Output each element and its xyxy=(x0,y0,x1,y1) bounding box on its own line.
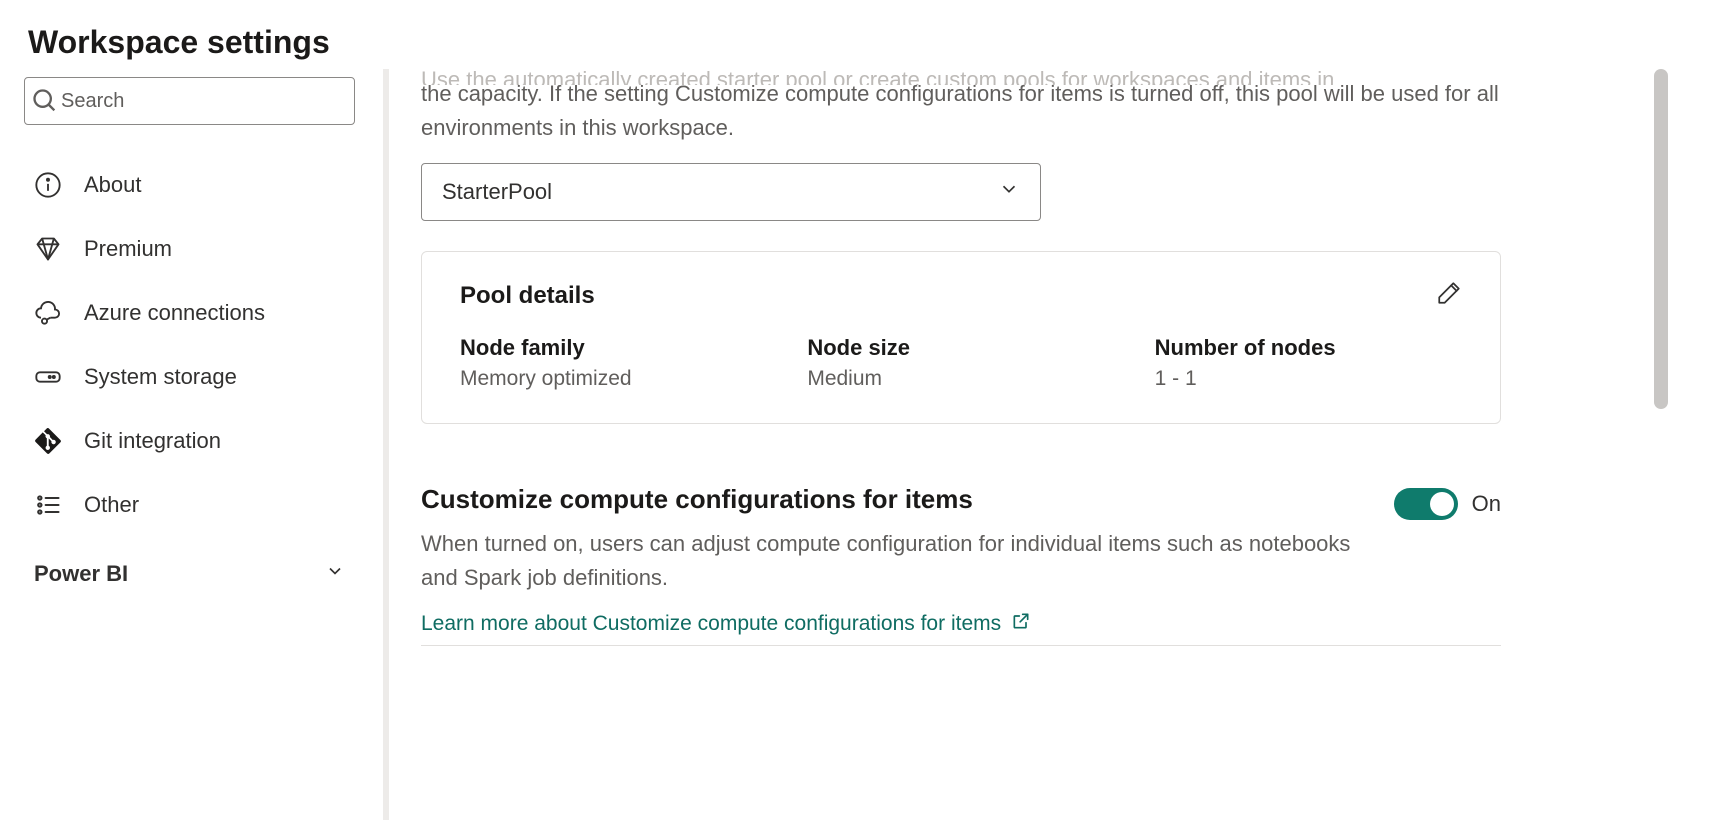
sidebar-item-azure-connections[interactable]: Azure connections xyxy=(24,281,355,345)
sidebar-item-label: Other xyxy=(84,492,139,518)
pool-select-value: StarterPool xyxy=(442,179,552,205)
customize-compute-desc: When turned on, users can adjust compute… xyxy=(421,527,1354,595)
list-settings-icon xyxy=(34,491,62,519)
search-icon xyxy=(39,90,61,112)
detail-value: Medium xyxy=(807,367,1114,391)
sidebar: About Premium xyxy=(0,69,375,820)
sidebar-item-label: About xyxy=(84,172,142,198)
search-input[interactable] xyxy=(61,90,340,113)
chevron-down-icon xyxy=(325,561,345,587)
sidebar-item-label: Azure connections xyxy=(84,300,265,326)
pool-details-title: Pool details xyxy=(460,282,595,310)
detail-number-of-nodes: Number of nodes 1 - 1 xyxy=(1155,335,1462,391)
pool-details-card: Pool details Node family Memory opt xyxy=(421,251,1501,424)
scrollbar-thumb[interactable] xyxy=(1654,69,1668,409)
sidebar-item-premium[interactable]: Premium xyxy=(24,217,355,281)
chevron-down-icon xyxy=(998,178,1020,206)
main-content: Use the automatically created starter po… xyxy=(389,69,1710,820)
detail-node-family: Node family Memory optimized xyxy=(460,335,767,391)
edit-pool-button[interactable] xyxy=(1436,280,1462,311)
customize-compute-title: Customize compute configurations for ite… xyxy=(421,484,1354,515)
sidebar-item-label: Premium xyxy=(84,236,172,262)
learn-more-link[interactable]: Learn more about Customize compute confi… xyxy=(421,611,1031,637)
cloud-icon xyxy=(34,299,62,327)
sidebar-item-label: Git integration xyxy=(84,428,221,454)
detail-node-size: Node size Medium xyxy=(807,335,1114,391)
detail-value: Memory optimized xyxy=(460,367,767,391)
sidebar-item-about[interactable]: About xyxy=(24,153,355,217)
sidebar-item-label: System storage xyxy=(84,364,237,390)
external-link-icon xyxy=(1011,611,1031,637)
learn-more-label: Learn more about Customize compute confi… xyxy=(421,612,1001,636)
sidebar-section-label: Power BI xyxy=(34,561,128,587)
sidebar-item-system-storage[interactable]: System storage xyxy=(24,345,355,409)
page-title: Workspace settings xyxy=(0,0,1710,69)
detail-value: 1 - 1 xyxy=(1155,367,1462,391)
pool-intro-text: the capacity. If the setting Customize c… xyxy=(421,77,1501,145)
sidebar-section-powerbi[interactable]: Power BI xyxy=(24,537,355,597)
toggle-state-label: On xyxy=(1472,491,1501,517)
sidebar-item-other[interactable]: Other xyxy=(24,473,355,537)
toggle-knob xyxy=(1430,492,1454,516)
detail-label: Number of nodes xyxy=(1155,335,1462,361)
detail-label: Node family xyxy=(460,335,767,361)
pool-select[interactable]: StarterPool xyxy=(421,163,1041,221)
info-icon xyxy=(34,171,62,199)
customize-compute-toggle[interactable] xyxy=(1394,488,1458,520)
storage-icon xyxy=(34,363,62,391)
customize-compute-row: Customize compute configurations for ite… xyxy=(421,484,1501,646)
search-box[interactable] xyxy=(24,77,355,125)
pencil-icon xyxy=(1436,293,1462,310)
nav-list: About Premium xyxy=(24,153,355,537)
sidebar-item-git-integration[interactable]: Git integration xyxy=(24,409,355,473)
git-icon xyxy=(34,427,62,455)
scrollbar[interactable] xyxy=(1652,69,1670,820)
detail-label: Node size xyxy=(807,335,1114,361)
diamond-icon xyxy=(34,235,62,263)
